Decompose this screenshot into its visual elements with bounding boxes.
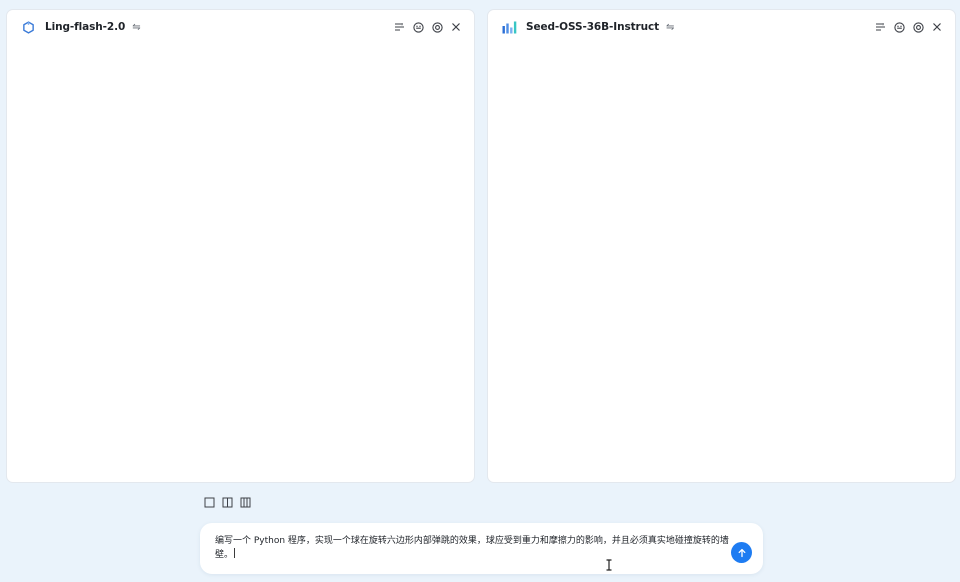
ai-badge-icon[interactable] xyxy=(412,21,424,33)
panel-actions xyxy=(874,21,943,33)
model-panel-right: Seed-OSS-36B-Instruct ⇋ xyxy=(487,9,956,483)
layout-switcher xyxy=(203,496,251,508)
ai-badge-icon[interactable] xyxy=(893,21,905,33)
swap-arrows-icon[interactable]: ⇋ xyxy=(666,22,674,33)
close-icon[interactable] xyxy=(450,21,462,33)
model-name[interactable]: Ling-flash-2.0 xyxy=(45,21,125,33)
send-button[interactable] xyxy=(731,542,752,563)
prompt-input-box[interactable]: 编写一个 Python 程序，实现一个球在旋转六边形内部弹跳的效果，球应受到重力… xyxy=(200,523,763,574)
model-panel-left: Ling-flash-2.0 ⇋ xyxy=(6,9,475,483)
single-column-icon[interactable] xyxy=(203,496,215,508)
text-cursor-icon xyxy=(605,556,613,571)
three-column-icon[interactable] xyxy=(239,496,251,508)
panel-header: Seed-OSS-36B-Instruct ⇋ xyxy=(488,10,955,44)
sliders-icon[interactable] xyxy=(874,21,886,33)
close-icon[interactable] xyxy=(931,21,943,33)
prompt-text: 编写一个 Python 程序，实现一个球在旋转六边形内部弹跳的效果，球应受到重力… xyxy=(215,536,729,560)
settings-icon[interactable] xyxy=(912,21,924,33)
prompt-input[interactable]: 编写一个 Python 程序，实现一个球在旋转六边形内部弹跳的效果，球应受到重力… xyxy=(215,534,730,562)
seed-bars-logo-icon xyxy=(501,19,517,35)
arrow-up-icon xyxy=(737,548,747,558)
ling-logo-icon xyxy=(20,19,36,35)
panel-header: Ling-flash-2.0 ⇋ xyxy=(7,10,474,44)
text-caret xyxy=(234,548,236,558)
two-column-icon[interactable] xyxy=(221,496,233,508)
sliders-icon[interactable] xyxy=(393,21,405,33)
model-name[interactable]: Seed-OSS-36B-Instruct xyxy=(526,21,659,33)
panel-actions xyxy=(393,21,462,33)
settings-icon[interactable] xyxy=(431,21,443,33)
swap-arrows-icon[interactable]: ⇋ xyxy=(132,22,140,33)
